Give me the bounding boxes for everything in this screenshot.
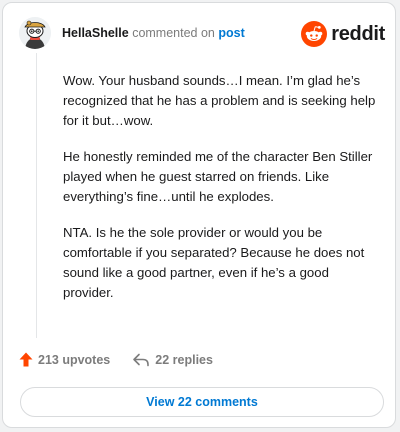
reddit-wordmark: reddit [331, 22, 385, 45]
thread-line[interactable] [36, 53, 37, 338]
username-link[interactable]: HellaShelle [62, 26, 129, 40]
action-bar: 213 upvotes 22 replies [19, 352, 213, 367]
reply-button[interactable]: 22 replies [132, 353, 213, 367]
action-text: commented on [132, 26, 215, 40]
reply-arrow-icon [133, 353, 150, 366]
upvote-button[interactable]: 213 upvotes [19, 352, 110, 367]
comment-header: HellaShelle commented on post [62, 26, 245, 40]
comment-paragraph: NTA. Is he the sole provider or would yo… [63, 225, 365, 300]
comment-card: HellaShelle commented on post reddit Wow… [2, 2, 396, 428]
avatar-icon [19, 17, 51, 49]
reply-count: 22 replies [155, 352, 213, 367]
view-comments-button[interactable]: View 22 comments [20, 387, 384, 417]
reddit-logo[interactable]: reddit [301, 21, 385, 47]
comment-paragraph: He honestly reminded me of the character… [63, 149, 373, 204]
upvote-count: 213 upvotes [38, 352, 111, 367]
user-avatar[interactable] [19, 17, 51, 49]
comment-paragraph: Wow. Your husband sounds…I mean. I’m gla… [63, 73, 376, 128]
post-link[interactable]: post [218, 26, 244, 40]
upvote-arrow-icon [19, 352, 33, 367]
comment-body: Wow. Your husband sounds…I mean. I’m gla… [63, 71, 383, 319]
reddit-snoo-icon [301, 21, 328, 47]
